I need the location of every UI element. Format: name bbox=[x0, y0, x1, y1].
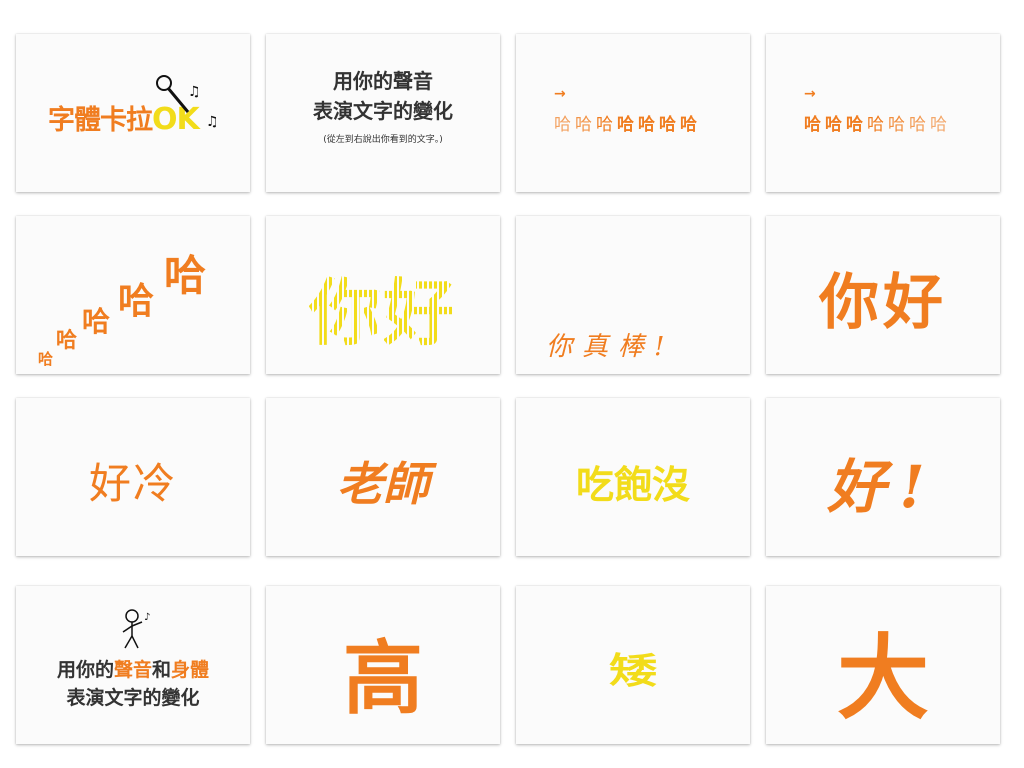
microphone-icon: ♫ ♫ bbox=[156, 75, 219, 130]
handwritten-text: 你真棒! bbox=[546, 332, 675, 362]
ha-char: 哈 bbox=[554, 115, 571, 135]
ha-char: 哈 bbox=[888, 115, 905, 135]
ha-stair-2: 哈 bbox=[56, 328, 77, 352]
ha-char: 哈 bbox=[575, 115, 592, 135]
rough-text: 你好 bbox=[819, 268, 947, 338]
svg-text:♫: ♫ bbox=[188, 84, 201, 100]
ha-char: 哈 bbox=[930, 115, 947, 135]
ha-stair-1: 哈 bbox=[38, 350, 54, 368]
ha-char: 哈 bbox=[659, 115, 676, 135]
ha-char: 哈 bbox=[825, 115, 842, 135]
ha-stair-3: 哈 bbox=[82, 305, 111, 338]
svg-text:♪: ♪ bbox=[144, 612, 150, 623]
svg-text:♫: ♫ bbox=[206, 114, 219, 130]
ha-char: 哈 bbox=[596, 115, 613, 135]
arrow-right-icon: → bbox=[554, 86, 566, 102]
ha-row-increasing: 哈哈哈哈哈哈哈 bbox=[554, 110, 701, 135]
karaoke-title-text: 字體卡拉 bbox=[48, 105, 153, 136]
slide-14[interactable]: 高 bbox=[266, 586, 500, 744]
slide-2-note: (從左到右說出你看到的文字。) bbox=[323, 135, 443, 145]
tall-text: 高 bbox=[343, 632, 423, 725]
slide-11[interactable]: 吃飽沒 bbox=[516, 398, 750, 556]
slide-6[interactable]: 你好 bbox=[266, 216, 500, 374]
ha-char: 哈 bbox=[909, 115, 926, 135]
slide-10[interactable]: 老師 bbox=[266, 398, 500, 556]
short-text: 矮 bbox=[608, 649, 657, 692]
title-part-2: 聲音 bbox=[113, 659, 152, 681]
slide-1[interactable]: 字體卡拉OK ♫ ♫ bbox=[16, 34, 250, 192]
slide-5[interactable]: 哈 哈 哈 哈 哈 bbox=[16, 216, 250, 374]
slide-7[interactable]: 你真棒! bbox=[516, 216, 750, 374]
brush-text: 老師 bbox=[337, 457, 429, 511]
slide-4[interactable]: → 哈哈哈哈哈哈哈 bbox=[766, 34, 1000, 192]
slide-2[interactable]: 用你的聲音 表演文字的變化 (從左到右說出你看到的文字。) bbox=[266, 34, 500, 192]
ha-stair-5: 哈 bbox=[164, 251, 207, 300]
slide-9[interactable]: 好冷 bbox=[16, 398, 250, 556]
slide-2-title: 用你的聲音 表演文字的變化 bbox=[266, 66, 500, 126]
exclaim-text: 好! bbox=[827, 453, 939, 521]
slide-12[interactable]: 好! bbox=[766, 398, 1000, 556]
dotted-text: 你好 bbox=[266, 254, 500, 359]
slide-16[interactable]: 大 bbox=[766, 586, 1000, 744]
shivering-text: 好冷 bbox=[88, 459, 177, 508]
stick-figure-icon: ♪ bbox=[122, 609, 150, 649]
slide-13-title: 用你的聲音和身體 表演文字的變化 bbox=[16, 656, 250, 712]
title-part-3: 和 bbox=[152, 659, 172, 681]
ha-char: 哈 bbox=[617, 115, 634, 135]
ha-char: 哈 bbox=[867, 115, 884, 135]
slide-13-line-1: 用你的聲音和身體 bbox=[16, 656, 250, 684]
title-part-4: 身體 bbox=[171, 659, 210, 681]
big-text: 大 bbox=[836, 625, 929, 732]
dotted-text-value: 你好 bbox=[308, 271, 457, 355]
ha-char: 哈 bbox=[846, 115, 863, 135]
slide-13-line-2: 表演文字的變化 bbox=[66, 687, 200, 709]
ha-char: 哈 bbox=[638, 115, 655, 135]
ha-char: 哈 bbox=[804, 115, 821, 135]
ha-stair-4: 哈 bbox=[118, 281, 155, 322]
slide-2-line-2: 表演文字的變化 bbox=[313, 99, 453, 123]
slide-13[interactable]: ♪ 用你的聲音和身體 表演文字的變化 bbox=[16, 586, 250, 744]
ha-char: 哈 bbox=[680, 115, 697, 135]
slide-3[interactable]: → 哈哈哈哈哈哈哈 bbox=[516, 34, 750, 192]
title-part-1: 用你的 bbox=[56, 659, 114, 681]
arrow-right-icon: → bbox=[804, 86, 816, 102]
slide-2-line-1: 用你的聲音 bbox=[333, 69, 433, 93]
slide-8[interactable]: 你好 bbox=[766, 216, 1000, 374]
yellow-text: 吃飽沒 bbox=[575, 463, 690, 507]
ha-row-decreasing: 哈哈哈哈哈哈哈 bbox=[804, 110, 951, 135]
slide-15[interactable]: 矮 bbox=[516, 586, 750, 744]
